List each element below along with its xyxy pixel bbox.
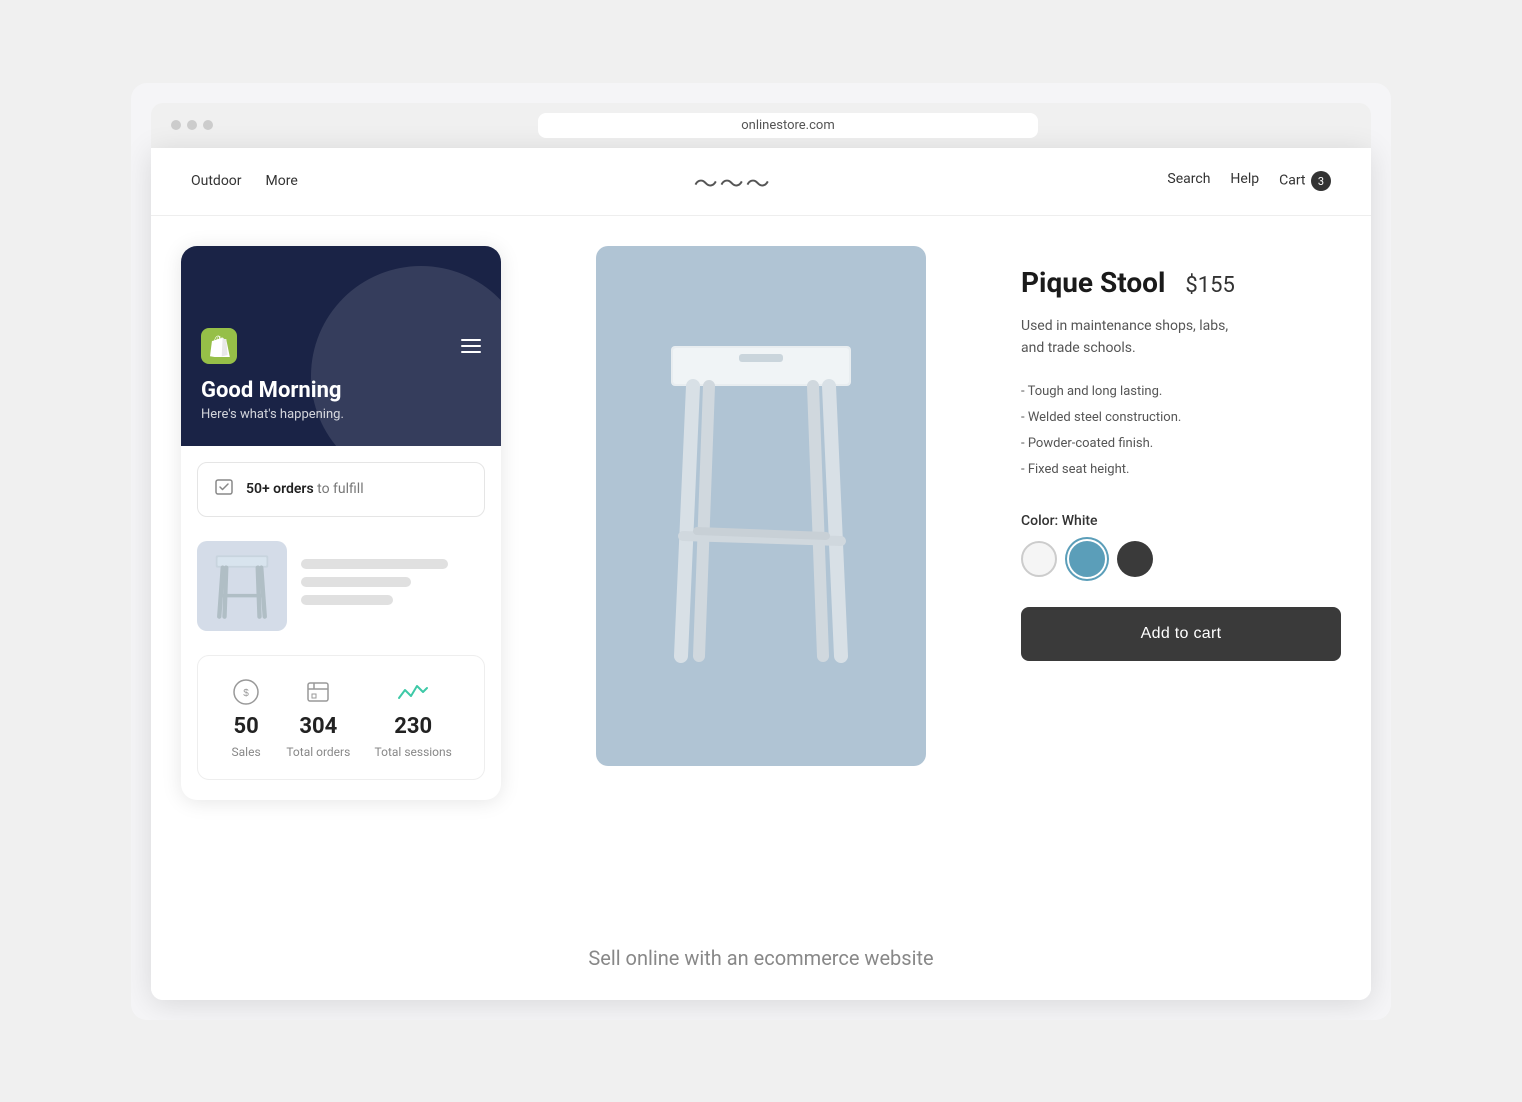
- color-swatch-dark[interactable]: [1117, 541, 1153, 577]
- stat-total-sessions: 230 Total sessions: [375, 676, 452, 759]
- svg-text:$: $: [243, 688, 249, 699]
- shopify-admin-panel: Good Morning Here's what's happening. 50…: [181, 246, 501, 800]
- sessions-label: Total sessions: [375, 745, 452, 759]
- product-info-line-1: [301, 559, 448, 569]
- stats-row: $ 50 Sales: [197, 655, 485, 780]
- product-details: Pique Stool $155 Used in maintenance sho…: [1021, 246, 1341, 886]
- nav-cart[interactable]: Cart 3: [1279, 171, 1331, 191]
- bottom-tagline: Sell online with an ecommerce website: [151, 916, 1371, 1000]
- browser-dot-2: [187, 120, 197, 130]
- orders-bar-icon: [214, 477, 234, 502]
- nav-help[interactable]: Help: [1230, 171, 1259, 191]
- orders-stat-label: Total orders: [286, 745, 350, 759]
- product-features: - Tough and long lasting. - Welded steel…: [1021, 379, 1341, 483]
- orders-icon: [302, 676, 334, 708]
- store-nav-right: Search Help Cart 3: [1167, 171, 1331, 191]
- browser-dot-1: [171, 120, 181, 130]
- stat-sales: $ 50 Sales: [230, 676, 262, 759]
- product-info-line-3: [301, 595, 393, 605]
- shopify-logo: [201, 328, 237, 364]
- orders-label: to fulfill: [317, 481, 363, 497]
- cart-count: 3: [1311, 171, 1331, 191]
- color-swatch-blue[interactable]: [1069, 541, 1105, 577]
- orders-bar[interactable]: 50+ orders to fulfill: [197, 462, 485, 517]
- product-info-lines: [301, 559, 485, 613]
- main-content: Good Morning Here's what's happening. 50…: [151, 216, 1371, 916]
- admin-product-card: [197, 533, 485, 639]
- product-description: Used in maintenance shops, labs,and trad…: [1021, 315, 1341, 360]
- color-swatches: [1021, 541, 1341, 577]
- url-bar[interactable]: onlinestore.com: [538, 113, 1038, 138]
- stool-image-container: [596, 246, 926, 766]
- sales-value: 50: [233, 714, 258, 739]
- stat-total-orders: 304 Total orders: [286, 676, 350, 759]
- store-logo-area: ～～～: [298, 164, 1168, 199]
- sales-icon: $: [230, 676, 262, 708]
- product-name: Pique Stool: [1021, 266, 1165, 299]
- store-nav-left: Outdoor More: [191, 173, 298, 189]
- shopify-header: Good Morning Here's what's happening.: [181, 246, 501, 446]
- browser-window: Outdoor More ～～～ Search Help Cart 3: [151, 148, 1371, 1000]
- feature-2: - Welded steel construction.: [1021, 405, 1341, 431]
- sales-label: Sales: [232, 745, 261, 759]
- store-logo-wave: ～～～: [694, 164, 772, 199]
- color-swatch-white[interactable]: [1021, 541, 1057, 577]
- browser-dots: [171, 120, 213, 130]
- feature-3: - Powder-coated finish.: [1021, 431, 1341, 457]
- browser-chrome: onlinestore.com: [151, 103, 1371, 148]
- greeting-title: Good Morning: [201, 378, 344, 403]
- product-title-row: Pique Stool $155: [1021, 266, 1341, 299]
- shopify-greeting: Good Morning Here's what's happening.: [201, 378, 344, 422]
- browser-dot-3: [203, 120, 213, 130]
- product-thumbnail: [197, 541, 287, 631]
- nav-more[interactable]: More: [266, 173, 298, 189]
- product-price: $155: [1185, 273, 1234, 298]
- feature-4: - Fixed seat height.: [1021, 457, 1341, 483]
- orders-value: 304: [299, 714, 337, 739]
- outer-wrapper: onlinestore.com Outdoor More ～～～ Search …: [131, 83, 1391, 1020]
- orders-count: 50+ orders: [246, 481, 314, 497]
- greeting-subtitle: Here's what's happening.: [201, 407, 344, 422]
- product-info-line-2: [301, 577, 411, 587]
- nav-search[interactable]: Search: [1167, 171, 1210, 191]
- feature-1: - Tough and long lasting.: [1021, 379, 1341, 405]
- nav-outdoor[interactable]: Outdoor: [191, 173, 242, 189]
- product-image-area: [531, 246, 1021, 886]
- store-nav: Outdoor More ～～～ Search Help Cart 3: [151, 148, 1371, 216]
- sessions-value: 230: [394, 714, 432, 739]
- shopify-menu-button[interactable]: [461, 339, 481, 353]
- add-to-cart-button[interactable]: Add to cart: [1021, 607, 1341, 661]
- product-color-label: Color: White: [1021, 513, 1341, 529]
- sessions-icon: [397, 676, 429, 708]
